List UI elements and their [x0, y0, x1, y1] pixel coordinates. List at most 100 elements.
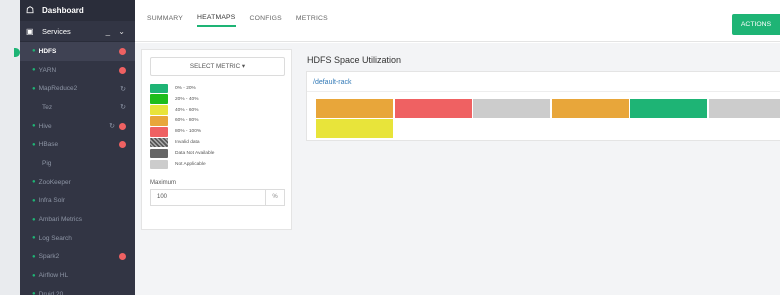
sidebar-item-infra-solr[interactable]: ● Infra Solr	[20, 192, 135, 211]
legend-item: 60% - 80%	[150, 116, 283, 127]
main-area: SUMMARY HEATMAPS CONFIGS METRICS ACTIONS SE…	[135, 0, 780, 295]
legend-item: Data Not Available	[150, 148, 283, 159]
maximum-label: Maximum	[150, 179, 177, 186]
refresh-icon: ↻	[109, 123, 115, 131]
legend-swatch	[150, 83, 168, 93]
legend-swatch	[150, 137, 168, 148]
legend-label: 40% - 60%	[175, 107, 199, 113]
host-cell[interactable]	[630, 99, 707, 118]
sidebar-item-label: Spark2	[38, 253, 60, 261]
sidebar-item-spark2[interactable]: ●Spark2 1	[20, 248, 135, 267]
sidebar-item-hive[interactable]: ●Hive ↻ 1	[20, 117, 135, 136]
sidebar-item-hdfs[interactable]: ●HDFS 3	[20, 42, 135, 61]
legend-label: Not Applicable	[175, 161, 206, 167]
sidebar-item-label: Druid 20	[38, 290, 64, 295]
sidebar-item-label: MapReduce2	[38, 85, 78, 93]
status-dot-icon: ●	[32, 179, 36, 186]
alert-badge[interactable]: 1	[119, 253, 126, 261]
maximum-input[interactable]: 100 %	[150, 188, 285, 206]
sidebar-item-label: YARN	[38, 66, 57, 74]
sidebar-item-log-search[interactable]: ● Log Search	[20, 229, 135, 248]
status-dot-icon: ●	[32, 253, 36, 260]
sidebar-item-mapreduce2[interactable]: ● MapReduce2 ↻	[20, 79, 135, 98]
sidebar-item-label: Log Search	[38, 234, 72, 242]
tab-configs[interactable]: CONFIGS	[250, 15, 282, 26]
services-menu-controls[interactable]: _ ⌄	[106, 27, 128, 36]
maximum-unit: %	[265, 189, 284, 205]
sidebar-item-airflow-hl[interactable]: ● Airflow HL	[20, 266, 135, 285]
legend-item: 20% - 40%	[150, 94, 283, 105]
sidebar-services[interactable]: ▣ Services _ ⌄	[20, 21, 135, 42]
sidebar-item-tez[interactable]: Tez ↻	[20, 98, 135, 117]
sidebar-item-zookeeper[interactable]: ● ZooKeeper	[20, 173, 135, 192]
legend-item: 80% - 100%	[150, 127, 283, 138]
heatmap-legend: 0% - 20% 20% - 40% 40% - 60% 60% - 80% 80% -…	[150, 83, 283, 170]
rack-label[interactable]: /default-rack	[307, 72, 780, 92]
alert-badge[interactable]: 1	[119, 141, 126, 149]
home-icon: ☖	[26, 5, 35, 15]
briefcase-icon: ▣	[26, 26, 34, 36]
refresh-icon: ↻	[120, 104, 126, 112]
status-dot-icon: ●	[32, 235, 36, 242]
sidebar-item-druid-20[interactable]: ● Druid 20	[20, 285, 135, 295]
status-dot-icon: ●	[32, 141, 36, 148]
legend-swatch	[150, 127, 168, 137]
status-dot-icon: ●	[32, 48, 36, 55]
maximum-value[interactable]: 100	[151, 194, 265, 200]
sidebar-item-label: HBase	[38, 141, 59, 149]
legend-label: 0% - 20%	[175, 85, 196, 91]
sidebar: ☖ Dashboard ▣ Services _ ⌄ ●HDFS3●YARN1●…	[20, 0, 135, 295]
sidebar-item-label: HDFS	[38, 47, 57, 55]
sidebar-item-label: Ambari Metrics	[38, 216, 82, 224]
alert-badge[interactable]: 1	[119, 66, 126, 74]
legend-swatch	[150, 94, 168, 104]
status-dot-icon: ●	[32, 85, 36, 92]
legend-swatch	[150, 159, 168, 170]
heatmap-content: SELECT METRIC ▾ 0% - 20% 20% - 40% 40% - 6…	[135, 43, 780, 295]
status-dot-icon: ●	[32, 272, 36, 279]
legend-swatch	[150, 105, 168, 115]
host-cell[interactable]	[551, 99, 629, 118]
sidebar-item-yarn[interactable]: ●YARN 1	[20, 61, 135, 80]
legend-item: 0% - 20%	[150, 83, 283, 94]
actions-button[interactable]: ACTIONS	[732, 14, 780, 35]
host-cell[interactable]	[394, 99, 472, 118]
host-cell[interactable]	[473, 99, 550, 118]
tab-heatmaps[interactable]: HEATMAPS	[197, 14, 236, 27]
legend-swatch	[150, 148, 168, 159]
select-metric-button[interactable]: SELECT METRIC ▾	[150, 57, 285, 76]
legend-item: Not Applicable	[150, 159, 283, 170]
metric-panel: SELECT METRIC ▾ 0% - 20% 20% - 40% 40% - 6…	[141, 49, 292, 230]
sidebar-item-label: ZooKeeper	[38, 178, 71, 186]
legend-item: 40% - 60%	[150, 105, 283, 116]
heatmap-panel: /default-rack	[306, 71, 780, 141]
services-label: Services	[42, 26, 71, 36]
legend-label: 20% - 40%	[175, 96, 199, 102]
sidebar-dashboard[interactable]: ☖ Dashboard	[20, 0, 135, 21]
sidebar-item-label: Tez	[42, 103, 53, 111]
status-dot-icon: ●	[32, 291, 36, 295]
sidebar-item-ambari-metrics[interactable]: ● Ambari Metrics	[20, 210, 135, 229]
tab-summary[interactable]: SUMMARY	[147, 15, 183, 26]
legend-swatch	[150, 116, 168, 126]
status-dot-icon: ●	[32, 123, 36, 130]
status-dot-icon: ●	[32, 197, 36, 204]
sidebar-item-pig[interactable]: Pig	[20, 154, 135, 173]
heatmap-title: HDFS Space Utilization	[307, 55, 402, 65]
sidebar-item-label: Hive	[38, 122, 52, 130]
refresh-icon: ↻	[120, 85, 126, 93]
legend-label: Data Not Available	[175, 151, 215, 157]
legend-label: Invalid data	[175, 140, 200, 146]
sidebar-item-label: Infra Solr	[38, 197, 65, 205]
tab-metrics[interactable]: METRICS	[296, 15, 328, 26]
dashboard-label: Dashboard	[42, 6, 84, 15]
sidebar-item-label: Pig	[42, 159, 52, 167]
alert-badge[interactable]: 3	[119, 47, 126, 55]
host-cell[interactable]	[316, 119, 393, 138]
host-cell[interactable]	[316, 99, 393, 118]
alert-badge[interactable]: 1	[119, 122, 126, 130]
sidebar-item-label: Airflow HL	[38, 272, 69, 280]
sidebar-item-hbase[interactable]: ●HBase 1	[20, 135, 135, 154]
legend-label: 80% - 100%	[175, 129, 202, 135]
host-cell[interactable]	[708, 99, 780, 118]
